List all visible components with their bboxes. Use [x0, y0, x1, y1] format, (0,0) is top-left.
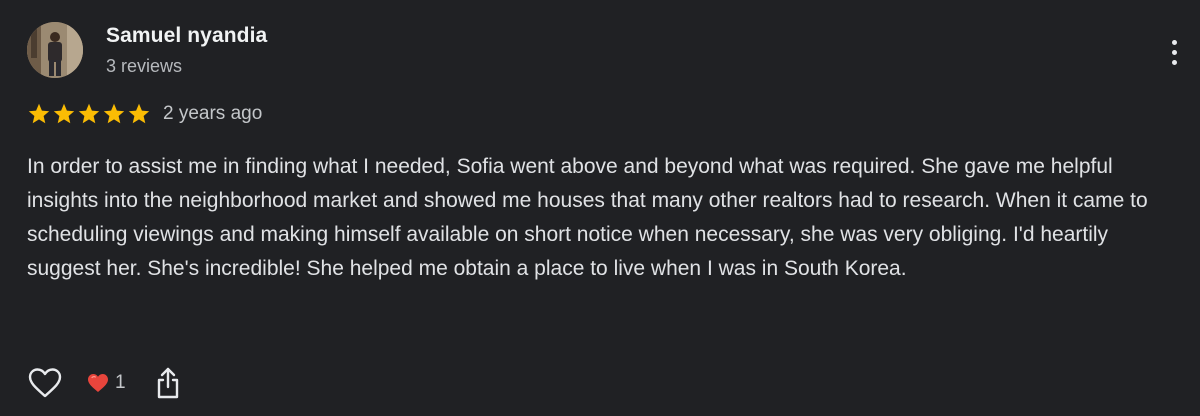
share-button[interactable]	[152, 365, 184, 401]
heart-outline-icon	[28, 368, 62, 398]
more-options-button[interactable]	[1160, 30, 1188, 74]
review-text: In order to assist me in finding what I …	[27, 155, 1148, 280]
share-icon	[157, 367, 178, 399]
rating-row: 2 years ago	[27, 100, 262, 128]
review-card: Samuel nyandia 3 reviews 2 years ago In …	[0, 0, 1200, 416]
review-time: 2 years ago	[163, 103, 263, 124]
star-icon	[103, 103, 125, 124]
star-icon	[28, 103, 50, 124]
more-vertical-icon	[1171, 39, 1177, 45]
reaction-count: 1	[115, 372, 126, 393]
more-vertical-icon-dot	[1171, 49, 1177, 55]
review-actions: 1	[27, 364, 184, 402]
reviewer-name[interactable]: Samuel nyandia	[106, 24, 267, 48]
red-heart-icon	[88, 374, 108, 392]
like-button[interactable]	[27, 365, 63, 401]
avatar[interactable]	[27, 22, 83, 78]
star-rating	[27, 102, 151, 126]
reviewer-review-count[interactable]: 3 reviews	[106, 56, 182, 77]
heart-reaction[interactable]: 1	[87, 372, 126, 394]
star-icon	[128, 103, 150, 124]
star-icon	[53, 103, 75, 124]
star-icon	[78, 103, 100, 124]
more-vertical-icon-dot	[1171, 59, 1177, 65]
